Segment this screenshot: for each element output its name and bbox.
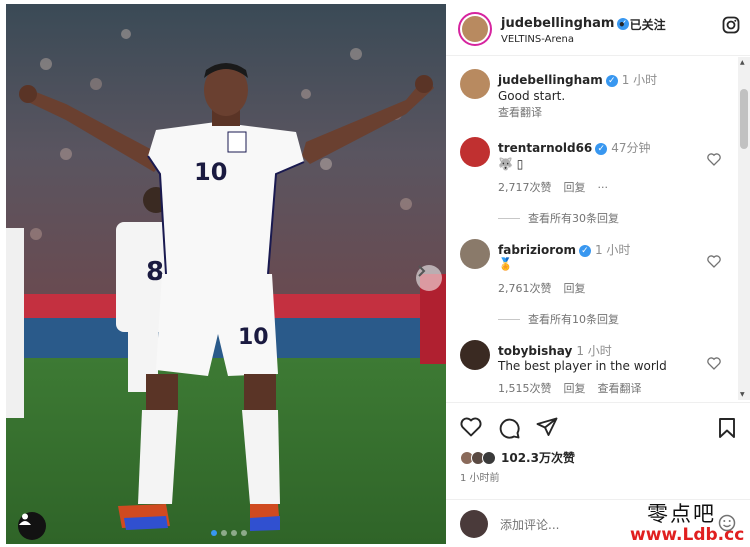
liker-avatar (482, 450, 496, 465)
caption-username[interactable]: judebellingham (498, 73, 603, 87)
view-replies-label[interactable]: 查看所有30条回复 (528, 212, 619, 225)
post-photo[interactable]: 8 10 10 (6, 4, 446, 544)
comment-username[interactable]: trentarnold66 (498, 141, 592, 155)
reply-button[interactable]: 回复 (564, 181, 586, 194)
likes-row[interactable]: 102.3万次赞 (460, 449, 575, 466)
view-replies-label[interactable]: 查看所有10条回复 (528, 313, 619, 326)
carousel-dots (211, 530, 247, 536)
carousel-dot-active (211, 530, 217, 536)
comment-meta: 2,761次赞 回复 (498, 280, 598, 296)
comment-likes[interactable]: 2,761次赞 (498, 282, 552, 295)
verified-icon: ✓ (595, 143, 608, 155)
comment-time: 1 小时 (594, 243, 631, 257)
add-comment-input[interactable]: 添加评论... (500, 516, 559, 533)
more-options-button[interactable]: ··· (598, 181, 609, 194)
author-username-link[interactable]: judebellingham ✓ (501, 16, 630, 31)
translate-link[interactable]: 查看翻译 (598, 382, 642, 395)
user-tag-icon (19, 513, 31, 525)
comment-text: 🏅 (498, 257, 513, 271)
next-arrow-icon (418, 265, 426, 277)
action-icons (460, 417, 558, 439)
view-replies-button[interactable]: 查看所有10条回复 (498, 311, 619, 327)
comments-scrollbar[interactable]: ▲ ▼ (738, 57, 750, 400)
post-time[interactable]: 1 小时前 (460, 469, 500, 484)
comment-username[interactable]: fabriziorom (498, 243, 576, 257)
follow-status-button[interactable]: • 已关注 (618, 16, 666, 33)
site-watermark: 零点吧 www.Ldb.cc (630, 498, 750, 547)
caption-translate-link[interactable]: 查看翻译 (498, 104, 542, 120)
next-photo-button[interactable] (416, 265, 442, 291)
reply-button[interactable]: 回复 (564, 282, 586, 295)
author-avatar[interactable] (458, 12, 492, 46)
comment-likes[interactable]: 2,717次赞 (498, 181, 552, 194)
user-tag-button[interactable] (18, 512, 46, 540)
heart-icon[interactable] (707, 357, 721, 370)
location-link[interactable]: VELTINS-Arena (501, 34, 574, 45)
teammate-number: 8 (146, 257, 164, 287)
caption-header: judebellingham ✓ 1 小时 (498, 71, 657, 88)
caption-avatar[interactable] (460, 69, 490, 99)
comment-username[interactable]: tobybishay (498, 344, 572, 358)
comment-avatar[interactable] (460, 239, 490, 269)
caption-text: Good start. (498, 89, 566, 103)
current-user-avatar (460, 510, 488, 538)
scrollbar-thumb[interactable] (740, 89, 748, 149)
caption-time: 1 小时 (621, 73, 658, 87)
scroll-down-arrow-icon[interactable]: ▼ (740, 391, 745, 398)
watermark-url: www.Ldb.cc (630, 525, 745, 545)
bookmark-icon[interactable] (718, 417, 736, 439)
comment-avatar[interactable] (460, 340, 490, 370)
scroll-up-arrow-icon[interactable]: ▲ (740, 59, 745, 66)
shorts-number: 10 (238, 325, 269, 350)
comment-header: tobybishay 1 小时 (498, 342, 612, 359)
comment-meta: 2,717次赞 回复 ··· (498, 179, 620, 195)
comment-text: 🐺 ▯ (498, 157, 524, 171)
comment-text: The best player in the world (498, 359, 667, 373)
jersey-number: 10 (194, 158, 227, 186)
verified-icon: ✓ (605, 75, 618, 87)
heart-icon[interactable] (707, 255, 721, 268)
share-icon[interactable] (536, 417, 558, 437)
comment-header: fabriziorom ✓ 1 小时 (498, 241, 630, 258)
watermark-title: 零点吧 (647, 502, 716, 526)
comment-time: 1 小时 (576, 344, 612, 358)
likes-count[interactable]: 102.3万次赞 (501, 449, 575, 466)
view-replies-button[interactable]: 查看所有30条回复 (498, 210, 619, 226)
comment-time: 47分钟 (611, 141, 651, 155)
follow-status-label[interactable]: 已关注 (630, 18, 666, 32)
verified-icon: ✓ (578, 245, 591, 257)
comment-likes[interactable]: 1,515次赞 (498, 382, 552, 395)
author-username[interactable]: judebellingham (501, 16, 614, 31)
carousel-dot (221, 530, 227, 536)
carousel-dot (241, 530, 247, 536)
comment-header: trentarnold66 ✓ 47分钟 (498, 139, 651, 156)
comment-meta: 1,515次赞 回复 查看翻译 (498, 380, 654, 396)
comment-avatar[interactable] (460, 137, 490, 167)
instagram-icon[interactable] (722, 16, 740, 34)
comments-list[interactable]: judebellingham ✓ 1 小时 Good start. 查看翻译 tre… (446, 57, 750, 400)
heart-icon[interactable] (707, 153, 721, 166)
post-header: judebellingham ✓ • 已关注 VELTINS-Arena (446, 4, 750, 56)
carousel-dot (231, 530, 237, 536)
reply-button[interactable]: 回复 (564, 382, 586, 395)
heart-icon[interactable] (460, 417, 482, 437)
comment-icon[interactable] (498, 417, 520, 439)
photo-scene: 8 10 10 (6, 4, 446, 544)
post-side-panel: judebellingham ✓ • 已关注 VELTINS-Arena judeb… (446, 4, 750, 547)
